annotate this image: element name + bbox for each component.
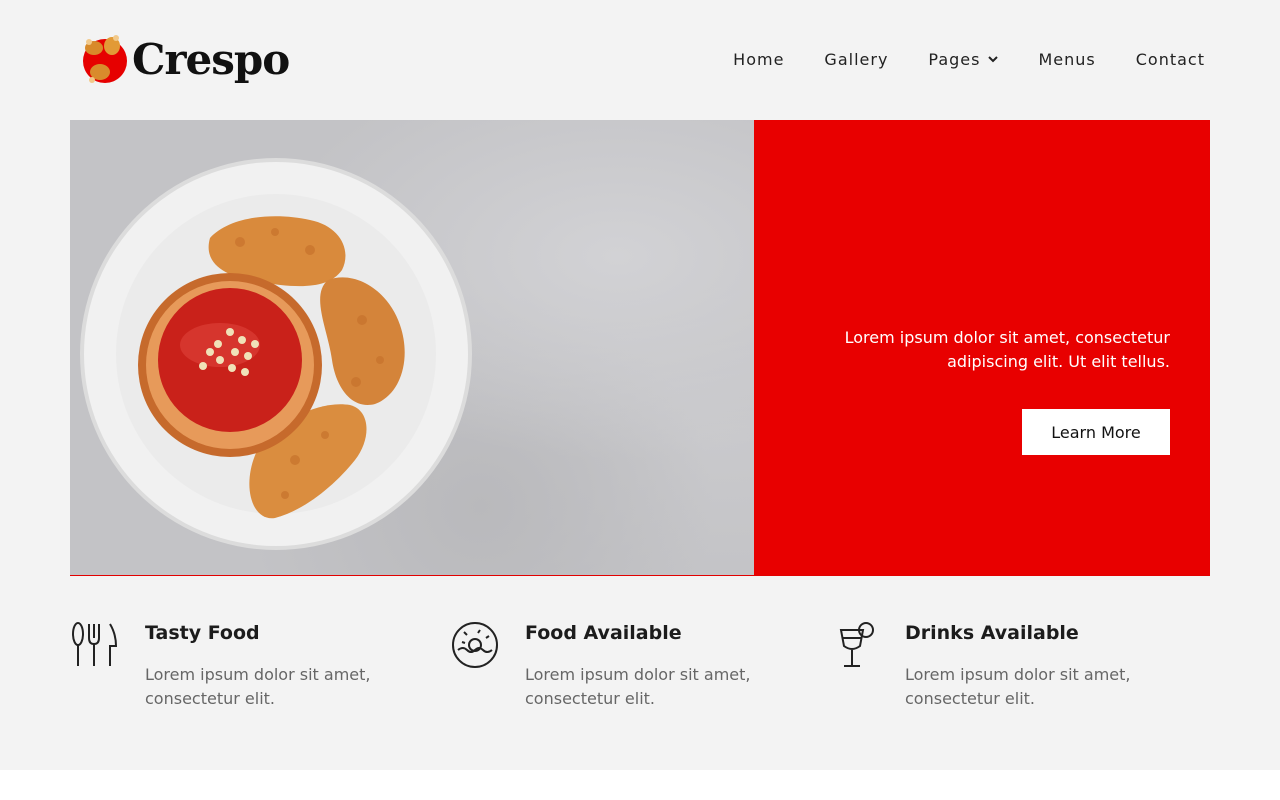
chevron-down-icon bbox=[988, 55, 999, 62]
brand-name: Crespo bbox=[132, 35, 290, 84]
main-nav: Home Gallery Pages Menus Contact bbox=[733, 46, 1205, 72]
cutlery-icon bbox=[72, 622, 118, 666]
nav-gallery[interactable]: Gallery bbox=[824, 50, 888, 69]
hero-food-image bbox=[70, 120, 754, 575]
nav-pages[interactable]: Pages bbox=[928, 49, 999, 69]
cocktail-glass-icon bbox=[839, 622, 874, 667]
nav-menus[interactable]: Menus bbox=[1038, 50, 1095, 69]
hero-red-panel: Lorem ipsum dolor sit amet, consectetur … bbox=[754, 120, 1210, 575]
feature-title: Tasty Food bbox=[145, 622, 260, 644]
nav-home[interactable]: Home bbox=[733, 50, 784, 69]
feature-food-available: Food Available Lorem ipsum dolor sit ame… bbox=[450, 620, 790, 720]
feature-tasty-food: Tasty Food Lorem ipsum dolor sit amet, c… bbox=[70, 620, 410, 720]
feature-title: Drinks Available bbox=[905, 622, 1079, 644]
brand-logo[interactable]: Crespo bbox=[80, 28, 290, 92]
site-header: Crespo Home Gallery Pages Menus Contact bbox=[0, 0, 1280, 120]
features-section: Tasty Food Lorem ipsum dolor sit amet, c… bbox=[70, 620, 1210, 730]
donut-icon bbox=[452, 622, 498, 668]
feature-description: Lorem ipsum dolor sit amet, consectetur … bbox=[525, 665, 751, 708]
feature-drinks-available: Drinks Available Lorem ipsum dolor sit a… bbox=[830, 620, 1170, 720]
learn-more-button[interactable]: Learn More bbox=[1022, 409, 1170, 455]
feature-description: Lorem ipsum dolor sit amet, consectetur … bbox=[905, 665, 1131, 708]
nav-pages-label: Pages bbox=[928, 49, 981, 69]
chicken-logo-icon bbox=[83, 35, 127, 83]
hero-section: Lorem ipsum dolor sit amet, consectetur … bbox=[70, 120, 1210, 576]
footer-band bbox=[0, 770, 1280, 800]
fried-chicken-plate-image bbox=[80, 158, 472, 550]
feature-description: Lorem ipsum dolor sit amet, consectetur … bbox=[145, 665, 371, 708]
hero-text: Lorem ipsum dolor sit amet, consectetur … bbox=[844, 328, 1170, 371]
nav-contact[interactable]: Contact bbox=[1136, 50, 1205, 69]
feature-title: Food Available bbox=[525, 622, 682, 644]
